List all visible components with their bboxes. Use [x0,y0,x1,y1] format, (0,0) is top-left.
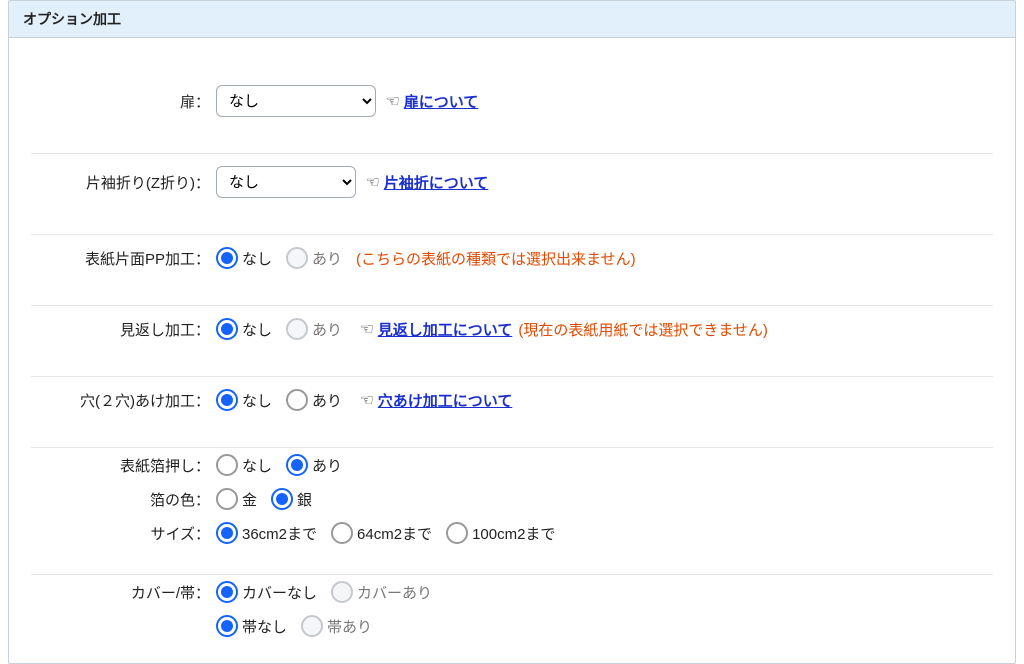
warn-mikaeshi: (現在の表紙用紙では選択できません) [518,319,768,340]
hand-icon: ☟ [357,395,373,405]
section-header: オプション加工 [9,1,1015,38]
row-pp: 表紙片面PP加工： なし あり (こちらの表紙の種類では選択出来ません) [31,235,993,281]
label-hakucolor: 箔の色： [31,489,216,510]
label-tobira: 扉： [31,91,216,112]
radio-haku-yes-label: あり [312,455,342,476]
radio-size-36-label: 36cm2まで [242,523,317,544]
hand-icon: ☟ [357,324,373,334]
link-mikaeshi[interactable]: 見返し加工について [378,319,513,340]
radio-pp-none-label: なし [242,248,272,269]
label-pp: 表紙片面PP加工： [31,248,216,269]
radio-ana-yes-label: あり [312,390,342,411]
radio-gold-label: 金 [242,489,257,510]
row-size: サイズ： 36cm2まで 64cm2まで 100cm2まで [31,516,993,550]
radio-mikaeshi-none-label: なし [242,319,272,340]
row-mikaeshi: 見返し加工： なし あり ☟ 見返し加工について (現在の表紙用紙では選択できま… [31,306,993,352]
row-katasode: 片袖折り(Z折り)： なし ☟ 片袖折について [31,154,993,210]
radio-gold[interactable]: 金 [216,488,257,510]
radio-cover-none[interactable]: カバーなし [216,581,317,603]
radio-size-64-label: 64cm2まで [357,523,432,544]
radio-pp-yes: あり [286,247,342,269]
link-ana[interactable]: 穴あけ加工について [378,390,513,411]
label-size: サイズ： [31,523,216,544]
radio-size-64[interactable]: 64cm2まで [331,522,432,544]
radio-size-100-label: 100cm2まで [472,523,555,544]
select-katasode[interactable]: なし [216,166,356,198]
radio-cover-yes-label: カバーあり [357,582,432,603]
label-haku: 表紙箔押し： [31,455,216,476]
row-cover: カバー/帯： カバーなし カバーあり [31,575,993,609]
label-katasode: 片袖折り(Z折り)： [31,172,216,193]
radio-cover-yes: カバーあり [331,581,432,603]
radio-obi-yes: 帯あり [301,615,372,637]
radio-cover-none-label: カバーなし [242,582,317,603]
radio-pp-yes-label: あり [312,248,342,269]
row-tobira: 扉： なし ☟ 扉について [31,73,993,129]
radio-ana-none[interactable]: なし [216,389,272,411]
radio-ana-yes[interactable]: あり [286,389,342,411]
radio-mikaeshi-yes: あり [286,318,342,340]
radio-ana-none-label: なし [242,390,272,411]
hand-icon: ☟ [363,177,379,187]
label-cover: カバー/帯： [31,582,216,603]
radio-silver-label: 銀 [297,489,312,510]
radio-haku-yes[interactable]: あり [286,454,342,476]
radio-mikaeshi-yes-label: あり [312,319,342,340]
row-hakucolor: 箔の色： 金 銀 [31,482,993,516]
label-mikaeshi: 見返し加工： [31,319,216,340]
radio-haku-none-label: なし [242,455,272,476]
hand-icon: ☟ [383,96,399,106]
select-tobira[interactable]: なし [216,85,376,117]
warn-pp: (こちらの表紙の種類では選択出来ません) [356,248,636,269]
row-haku: 表紙箔押し： なし あり [31,448,993,482]
radio-obi-none-label: 帯なし [242,616,287,637]
radio-size-100[interactable]: 100cm2まで [446,522,555,544]
radio-silver[interactable]: 銀 [271,488,312,510]
radio-size-36[interactable]: 36cm2まで [216,522,317,544]
row-ana: 穴(２穴)あけ加工： なし あり ☟ 穴あけ加工について [31,377,993,423]
radio-pp-none[interactable]: なし [216,247,272,269]
row-obi: 帯なし 帯あり [31,609,993,643]
label-ana: 穴(２穴)あけ加工： [31,390,216,411]
radio-obi-none[interactable]: 帯なし [216,615,287,637]
radio-haku-none[interactable]: なし [216,454,272,476]
radio-obi-yes-label: 帯あり [327,616,372,637]
radio-mikaeshi-none[interactable]: なし [216,318,272,340]
link-katasode[interactable]: 片袖折について [384,172,489,193]
link-tobira[interactable]: 扉について [404,91,479,112]
